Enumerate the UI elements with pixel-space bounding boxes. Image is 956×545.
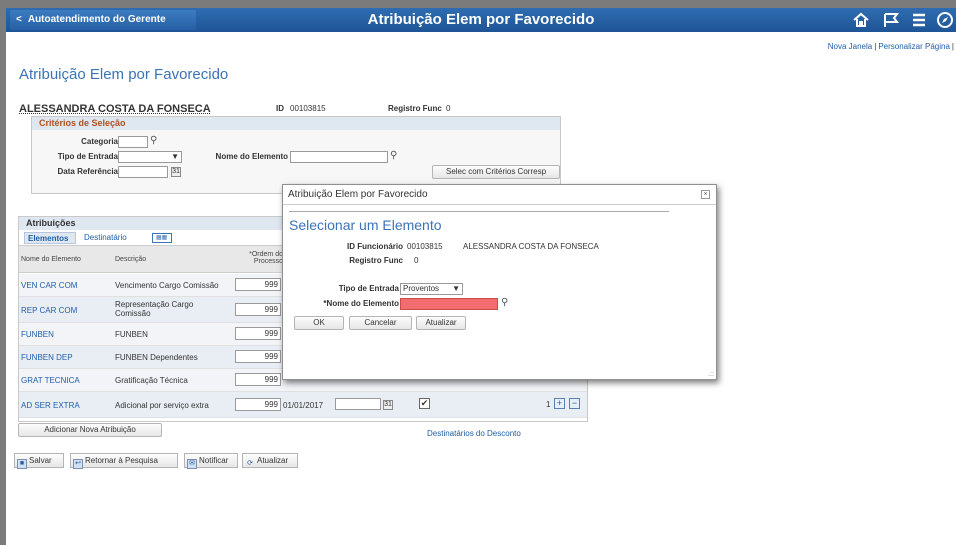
tab-elementos[interactable]: Elementos [24,232,76,244]
element-description: Vencimento Cargo Comissão [115,281,219,290]
entry-type-label: Tipo de Entrada [57,152,118,161]
add-row-icon[interactable]: + [554,398,565,409]
add-attribution-button[interactable]: Adicionar Nova Atribuição [18,423,162,437]
modal-title: Atribuição Elem por Favorecido [283,185,716,205]
modal-element-input[interactable] [400,298,498,310]
save-icon: ■ [17,459,27,469]
element-link[interactable]: VEN CAR COM [21,281,77,290]
ok-button[interactable]: OK [294,316,344,330]
modal-entry-type-label: Tipo de Entrada [338,284,399,293]
page-title: Atribuição Elem por Favorecido [19,66,229,83]
flag-icon[interactable] [882,11,900,34]
element-description: Gratificação Técnica [115,376,188,385]
new-window-link[interactable]: Nova Janela [828,42,872,51]
order-input[interactable]: 999 [235,278,281,291]
modal-entry-type-select[interactable]: Proventos ▼ [400,283,463,295]
close-icon[interactable]: × [701,190,710,199]
end-date-input[interactable] [335,398,381,410]
modal-refresh-button[interactable]: Atualizar [416,316,466,330]
element-name-input[interactable] [290,151,388,163]
refresh-label: Atualizar [257,456,289,465]
search-icon[interactable]: ⚲ [501,297,508,308]
row-count: 1 [546,400,551,409]
start-date-value: 01/01/2017 [283,401,324,410]
notify-button[interactable]: ✉ Notificar [184,453,238,469]
order-input[interactable]: 999 [235,398,281,411]
top-banner: < Autoatendimento do Gerente Atribuição E… [6,8,956,32]
col-description: Descrição [115,256,147,263]
element-description: FUNBEN Dependentes [115,353,198,362]
page-frame: < Autoatendimento do Gerente Atribuição E… [6,8,956,545]
chevron-down-icon: ▼ [452,284,460,293]
return-to-search-button[interactable]: ↩ Retornar à Pesquisa [70,453,178,469]
employee-reg-value: 0 [446,104,451,113]
element-link[interactable]: GRAT TECNICA [21,376,80,385]
element-description: FUNBEN [115,330,148,339]
ref-date-label: Data Referência [57,167,118,176]
col-element: Nome do Elemento [21,256,81,263]
modal-element-label: *Nome do Elemento [323,299,399,308]
banner-title: Atribuição Elem por Favorecido [367,11,595,28]
cancel-button[interactable]: Cancelar [349,316,412,330]
tab-destinatario[interactable]: Destinatário [81,232,130,244]
select-element-modal: Atribuição Elem por Favorecido × Selecio… [282,184,717,380]
return-icon: ↩ [73,459,83,469]
ref-date-input[interactable] [118,166,168,178]
table-row: AD SER EXTRA Adicional por serviço extra… [19,392,587,418]
checkbox-checked[interactable]: ✔ [419,398,430,409]
employee-reg-label: Registro Func [388,104,442,113]
order-input[interactable]: 999 [235,350,281,363]
resize-handle-icon[interactable]: .:: [708,371,714,378]
modal-emp-name: ALESSANDRA COSTA DA FONSECA [463,242,599,251]
modal-entry-type-value: Proventos [403,284,440,293]
search-criteria-button[interactable]: Selec com Critérios Corresp [432,165,560,179]
category-label: Categoria [81,137,118,146]
notify-label: Notificar [199,456,229,465]
order-input[interactable]: 999 [235,327,281,340]
element-link[interactable]: FUNBEN DEP [21,353,73,362]
show-all-columns-icon[interactable]: ▦▦ [152,233,172,243]
search-icon[interactable]: ⚲ [390,150,397,161]
modal-reg-value: 0 [414,256,419,265]
search-icon[interactable]: ⚲ [150,135,157,146]
save-label: Salvar [29,456,52,465]
category-input[interactable] [118,136,148,148]
modal-reg-label: Registro Func [349,256,403,265]
discount-recipients-link[interactable]: Destinatários do Desconto [427,429,521,438]
order-input[interactable]: 999 [235,303,281,316]
delete-row-icon[interactable]: − [569,398,580,409]
criteria-header: Critérios de Seleção [32,117,560,130]
home-icon[interactable] [852,11,870,34]
employee-id-value: 00103815 [290,104,326,113]
modal-emp-id-label: ID Funcionário [347,242,403,251]
order-input[interactable]: 999 [235,373,281,386]
modal-heading: Selecionar um Elemento [289,217,442,233]
personalize-link[interactable]: Personalizar Página [878,42,950,51]
compass-icon[interactable] [936,11,954,34]
save-button[interactable]: ■ Salvar [14,453,64,469]
calendar-icon[interactable]: 31 [383,400,393,410]
modal-emp-id-value: 00103815 [407,242,443,251]
col-order: *Ordem do Processo [249,251,283,265]
element-description: Adicional por serviço extra [115,401,209,410]
return-label: Retornar à Pesquisa [85,456,158,465]
selection-criteria-section: Critérios de Seleção Categoria ⚲ Tipo de… [31,116,561,194]
element-name-label: Nome do Elemento [215,152,288,161]
element-description: Representação Cargo Comissão [115,300,194,318]
entry-type-select[interactable]: ▼ [118,151,182,163]
employee-name[interactable]: ALESSANDRA COSTA DA FONSECA [19,103,211,115]
modal-divider [289,211,669,212]
element-link[interactable]: FUNBEN [21,330,54,339]
chevron-down-icon: ▼ [171,152,179,161]
calendar-icon[interactable]: 31 [171,167,181,177]
refresh-button[interactable]: ⟳ Atualizar [242,453,298,468]
element-link[interactable]: AD SER EXTRA [21,401,80,410]
element-link[interactable]: REP CAR COM [21,306,77,315]
employee-id-label: ID [276,104,284,113]
notify-icon: ✉ [187,459,197,469]
refresh-icon: ⟳ [247,460,253,467]
menu-icon[interactable] [910,11,928,34]
header-links: Nova Janela | Personalizar Página | [827,42,954,51]
